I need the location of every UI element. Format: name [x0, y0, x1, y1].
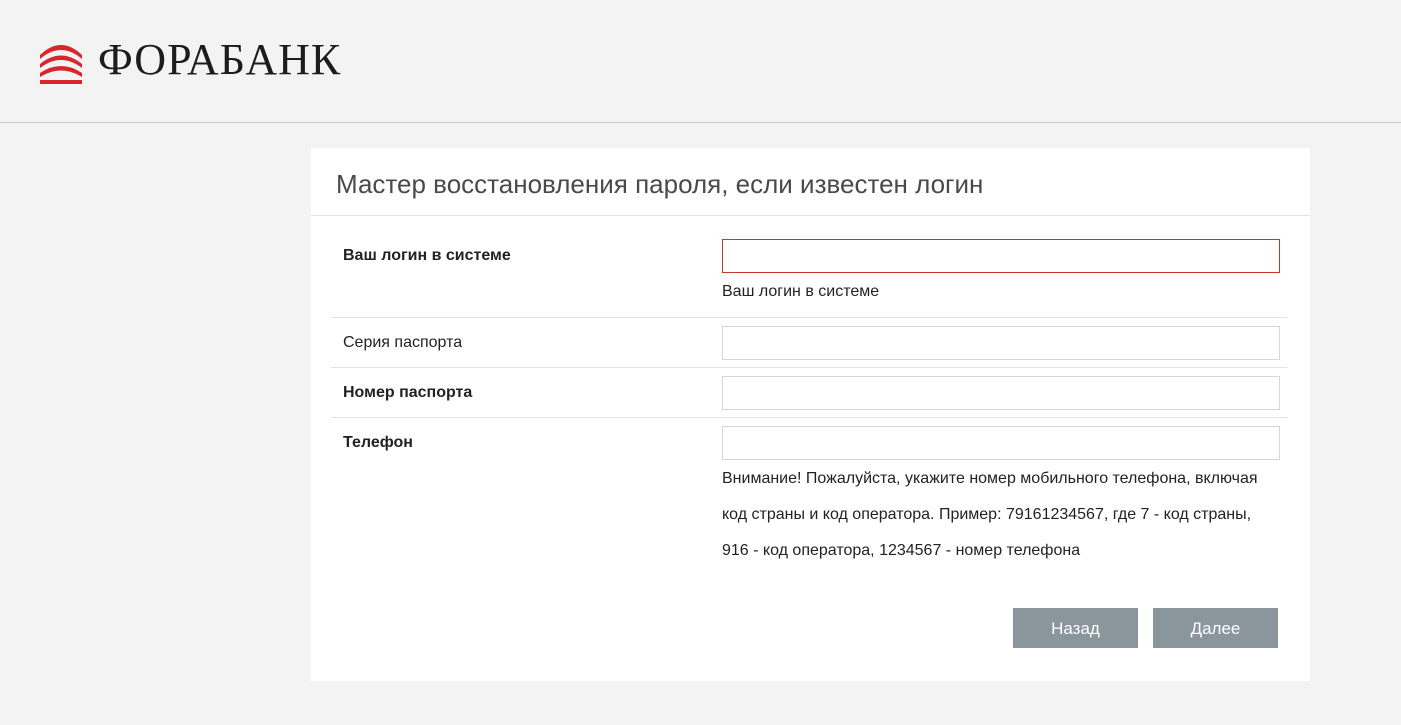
passport-number-row: Номер паспорта: [331, 368, 1287, 418]
password-recovery-card: Мастер восстановления пароля, если извес…: [311, 148, 1310, 681]
login-input[interactable]: [722, 239, 1280, 273]
passport-number-input[interactable]: [722, 376, 1280, 410]
back-button[interactable]: Назад: [1013, 608, 1138, 648]
page-header: ФОРАБАНК: [0, 0, 1401, 123]
passport-series-row: Серия паспорта: [331, 318, 1287, 368]
phone-label: Телефон: [343, 434, 413, 451]
phone-warning: Внимание! Пожалуйста, укажите номер моби…: [722, 470, 1258, 559]
login-label: Ваш логин в системе: [343, 247, 511, 264]
bank-logo-text: ФОРАБАНК: [98, 35, 342, 84]
phone-input[interactable]: [722, 426, 1280, 460]
bank-logo[interactable]: ФОРАБАНК: [36, 35, 341, 85]
passport-series-label: Серия паспорта: [343, 334, 463, 351]
passport-series-input[interactable]: [722, 326, 1280, 360]
phone-row: Телефон Внимание! Пожалуйста, укажите но…: [331, 418, 1287, 578]
login-row: Ваш логин в системе Ваш логин в системе: [331, 217, 1287, 318]
bank-logo-icon: [40, 45, 82, 84]
page-title: Мастер восстановления пароля, если извес…: [311, 148, 1310, 216]
passport-number-label: Номер паспорта: [343, 384, 473, 401]
recovery-form: Ваш логин в системе Ваш логин в системе …: [331, 217, 1287, 578]
login-hint: Ваш логин в системе: [722, 283, 880, 300]
next-button[interactable]: Далее: [1153, 608, 1278, 648]
